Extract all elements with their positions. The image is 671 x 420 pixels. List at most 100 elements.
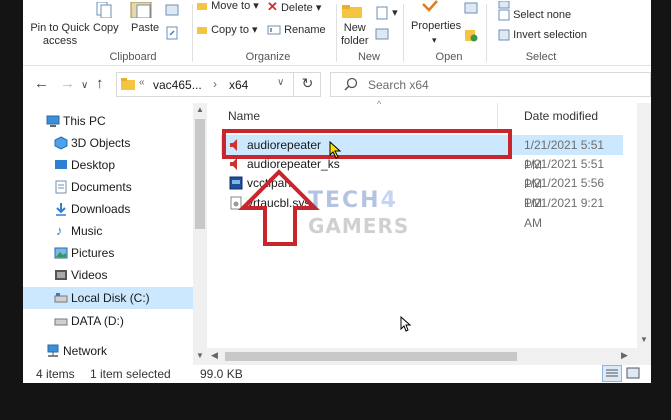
horizontal-scrollbar-thumb[interactable]: [225, 352, 517, 361]
file-row-audiorepeater[interactable]: audiorepeater 1/21/2021 5:51 PM: [221, 135, 623, 172]
nav-item-label: Desktop: [71, 158, 116, 172]
open-icon[interactable]: [464, 2, 478, 18]
rename-button[interactable]: Rename: [267, 24, 326, 37]
cube-icon: [54, 136, 68, 150]
item-count: 4 items: [36, 367, 75, 381]
nav-scrollbar[interactable]: ▲ ▼: [193, 103, 207, 365]
desktop-icon: [55, 160, 67, 169]
nav-item-data-d[interactable]: DATA (D:): [23, 310, 193, 332]
history-icon[interactable]: [464, 28, 478, 46]
chevron-down-icon: ▾: [392, 6, 398, 19]
breadcrumb-x64[interactable]: x64: [229, 78, 248, 92]
nav-item-label: Downloads: [71, 202, 131, 216]
properties-button[interactable]: Properties: [411, 20, 461, 33]
invert-selection-icon: [498, 29, 510, 41]
cut-icon[interactable]: [165, 4, 179, 20]
chevron-down-icon: ▾: [315, 2, 322, 14]
nav-item-desktop[interactable]: Desktop: [23, 154, 193, 176]
documents-icon: [55, 180, 67, 194]
network-icon: [47, 344, 59, 357]
pin-label-line-2: access: [42, 35, 78, 47]
ribbon-separator: [403, 4, 404, 62]
nav-item-documents[interactable]: Documents: [23, 176, 193, 198]
nav-item-3d-objects[interactable]: 3D Objects: [23, 132, 193, 154]
chevron-down-icon[interactable]: ▾: [432, 34, 437, 47]
music-icon: ♪: [56, 223, 63, 238]
copy-to-button[interactable]: Copy to ▾: [196, 24, 258, 37]
copy-icon: [93, 1, 121, 19]
new-item-button[interactable]: ▾: [375, 6, 398, 20]
column-header-date-modified[interactable]: Date modified: [524, 109, 598, 123]
new-folder-button[interactable]: New folder: [341, 22, 369, 48]
nav-item-videos[interactable]: Videos: [23, 264, 193, 286]
select-none-button[interactable]: Select none: [498, 9, 571, 22]
select-none-label: Select none: [513, 9, 572, 21]
select-group-label: Select: [525, 51, 557, 63]
large-icons-view-icon[interactable]: [625, 366, 641, 383]
checkmark-icon: [421, 0, 439, 16]
sort-ascending-icon: ^: [377, 99, 382, 109]
pin-label-line-1: Pin to Quick: [30, 22, 90, 34]
nav-item-downloads[interactable]: Downloads: [23, 198, 193, 220]
copy-to-label: Copy to: [211, 24, 249, 36]
file-explorer-window: Pin to Quick access Copy Paste Clipboard…: [23, 0, 651, 383]
nav-item-pictures[interactable]: Pictures: [23, 242, 193, 264]
file-list-horizontal-scrollbar[interactable]: ◀ ▶: [207, 348, 651, 365]
scroll-up-arrow-icon[interactable]: ▲: [196, 105, 204, 114]
delete-icon: ✕: [267, 0, 278, 14]
nav-item-local-disk-c[interactable]: Local Disk (C:): [23, 287, 193, 309]
search-placeholder: Search x64: [368, 78, 429, 92]
selection-info: 1 item selected: [90, 367, 171, 381]
nav-item-label: Documents: [71, 180, 132, 194]
column-header-name[interactable]: Name: [228, 109, 260, 123]
red-arrow-annotation: [238, 169, 320, 246]
drive-icon: [54, 293, 68, 303]
nav-scrollbar-thumb[interactable]: [195, 119, 205, 229]
scroll-right-arrow-icon[interactable]: ▶: [621, 350, 628, 361]
paste-button[interactable]: Paste: [131, 22, 159, 35]
up-arrow-icon[interactable]: ↑: [96, 76, 104, 92]
breadcrumb-separator[interactable]: ›: [213, 77, 217, 91]
recent-locations-chevron-icon[interactable]: ∨: [81, 78, 88, 94]
copy-button[interactable]: Copy: [93, 22, 119, 35]
videos-icon: [55, 270, 67, 280]
pin-to-quick-access-button[interactable]: Pin to Quick access: [29, 22, 91, 48]
selection-size: 99.0 KB: [200, 367, 243, 381]
search-input[interactable]: Search x64: [330, 72, 651, 97]
nav-item-label: Local Disk (C:): [71, 291, 150, 305]
paste-shortcut-icon[interactable]: [165, 26, 179, 44]
easy-access-icon[interactable]: [375, 28, 389, 44]
select-none-icon: [498, 9, 510, 21]
move-to-button[interactable]: Move to ▾: [196, 0, 259, 13]
column-divider[interactable]: [497, 103, 498, 129]
rename-label: Rename: [284, 24, 326, 36]
nav-item-music[interactable]: ♪ Music: [23, 220, 193, 242]
nav-item-label: This PC: [63, 114, 106, 128]
new-group-label: New: [357, 51, 380, 63]
invert-selection-button[interactable]: Invert selection: [498, 29, 587, 42]
back-arrow-icon[interactable]: ←: [34, 76, 49, 92]
details-view-icon[interactable]: [602, 365, 622, 382]
nav-item-this-pc[interactable]: This PC: [23, 110, 193, 132]
folder-icon: [121, 78, 135, 93]
open-group-label: Open: [435, 51, 463, 63]
overflow-chevron-icon[interactable]: «: [139, 77, 145, 88]
scroll-down-arrow-icon[interactable]: ▼: [196, 351, 204, 360]
file-name: audiorepeater: [247, 138, 322, 152]
forward-arrow-icon[interactable]: →: [60, 76, 75, 92]
address-history-chevron-icon[interactable]: ∨: [277, 77, 284, 88]
file-list-vertical-scrollbar[interactable]: ▼: [637, 103, 651, 348]
mouse-pointer-icon: [400, 316, 412, 332]
scroll-down-arrow-icon[interactable]: ▼: [640, 335, 648, 344]
nav-item-network[interactable]: Network: [23, 340, 193, 362]
refresh-icon[interactable]: ↻: [293, 72, 321, 97]
ribbon: Pin to Quick access Copy Paste Clipboard…: [23, 0, 651, 66]
address-path-field[interactable]: « vac465... › x64 ∨: [116, 72, 321, 97]
scroll-left-arrow-icon[interactable]: ◀: [211, 350, 218, 361]
nav-item-label: 3D Objects: [71, 136, 131, 150]
properties-label: Properties: [411, 20, 462, 32]
delete-label: Delete: [280, 2, 313, 14]
delete-button[interactable]: ✕ Delete ▾: [267, 0, 321, 15]
clipboard-group-label: Clipboard: [109, 51, 157, 63]
breadcrumb-vac465[interactable]: vac465...: [153, 78, 202, 92]
